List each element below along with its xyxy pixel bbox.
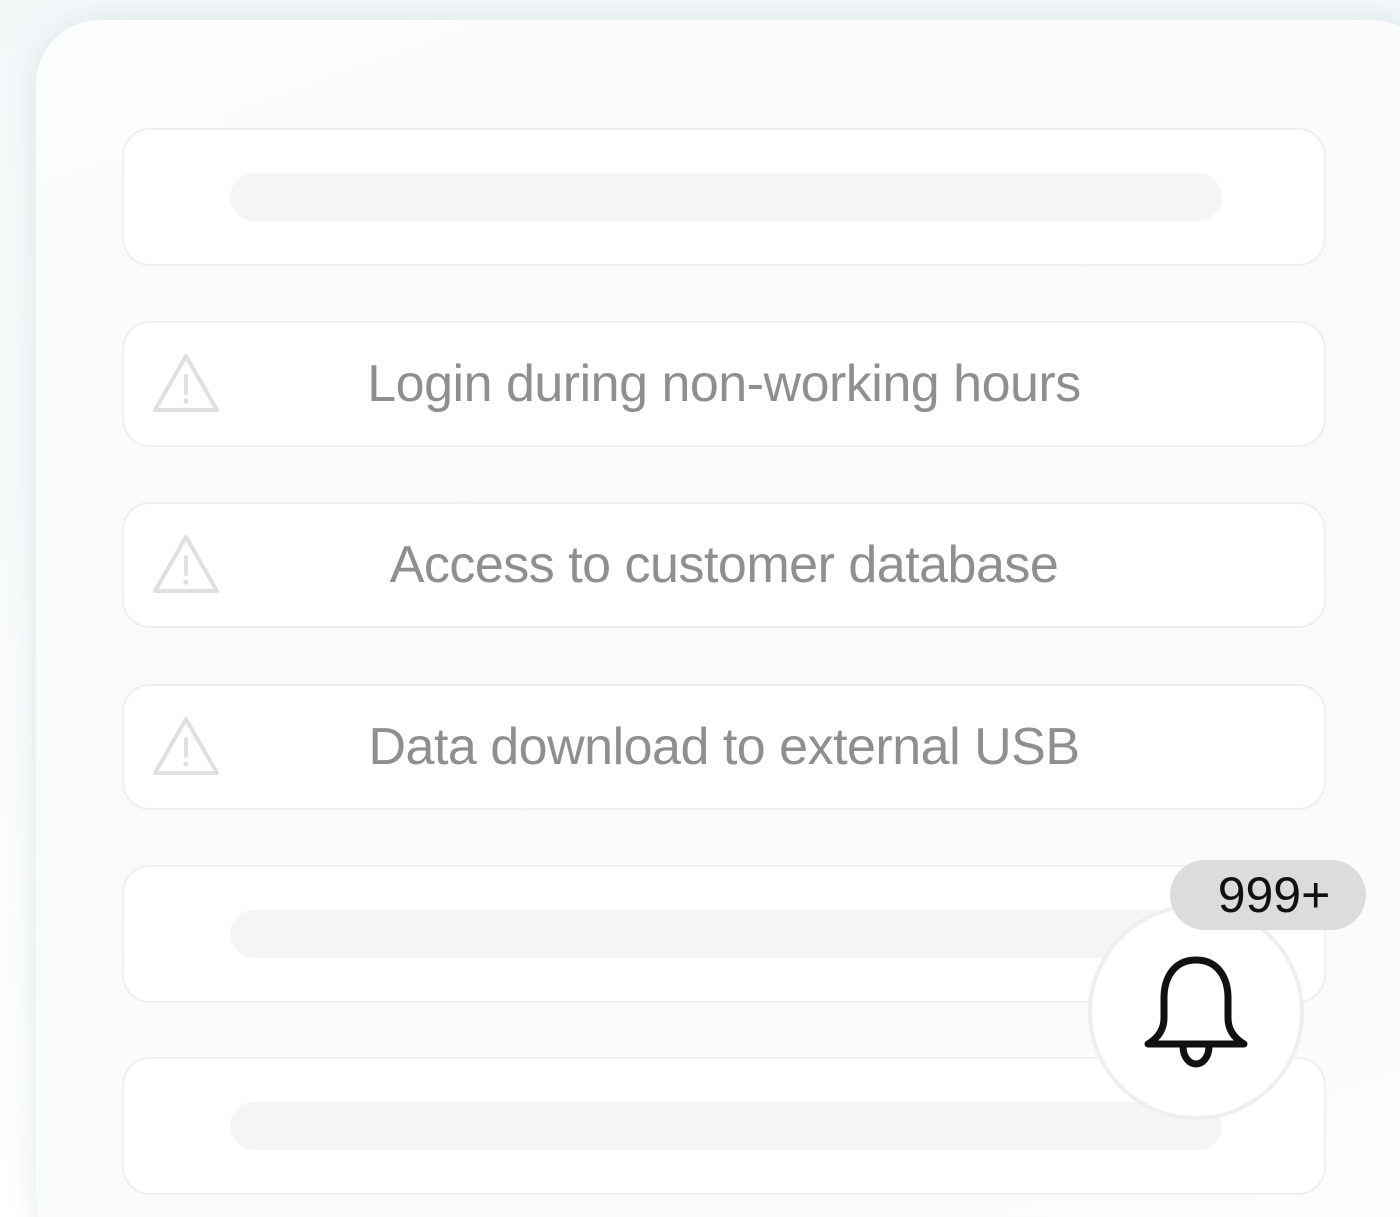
alert-label: Data download to external USB bbox=[368, 718, 1080, 776]
stage: Login during non-working hours Access to… bbox=[0, 0, 1400, 1217]
placeholder-row-top bbox=[122, 128, 1326, 266]
skeleton-bar bbox=[230, 173, 1222, 221]
alert-label: Login during non-working hours bbox=[367, 355, 1081, 413]
bell-icon bbox=[1144, 956, 1248, 1068]
alert-item-usb-download[interactable]: Data download to external USB bbox=[122, 684, 1326, 810]
skeleton-bar bbox=[230, 1102, 1222, 1150]
alert-label: Access to customer database bbox=[389, 536, 1059, 594]
notification-count-badge: 999+ bbox=[1170, 860, 1366, 930]
alert-item-login-hours[interactable]: Login during non-working hours bbox=[122, 321, 1326, 447]
skeleton-bar bbox=[230, 910, 1222, 958]
alert-item-customer-database[interactable]: Access to customer database bbox=[122, 502, 1326, 628]
